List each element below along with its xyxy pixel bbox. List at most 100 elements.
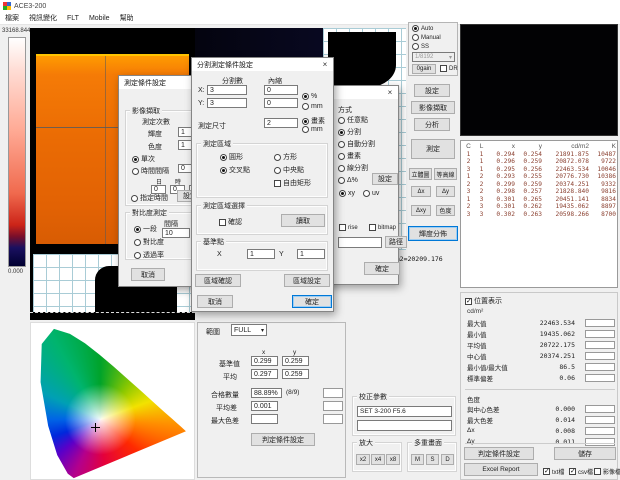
method-set-button[interactable]: 設定 (372, 173, 398, 185)
delta-x-button[interactable]: Δx (411, 186, 431, 197)
app-icon (3, 2, 11, 10)
csv-file-checkbox[interactable]: csv檔 (569, 467, 593, 476)
analyze-button[interactable]: 分析 (414, 118, 450, 131)
close-icon[interactable]: × (382, 86, 398, 99)
inset-percent-radio[interactable]: % (302, 93, 317, 100)
split-cancel-button[interactable]: 取消 (197, 295, 233, 308)
table-row[interactable]: 110.2940.25421891.87510487 (462, 151, 616, 159)
preview-image[interactable] (460, 24, 618, 136)
x-inset-field[interactable]: 0 (264, 85, 298, 95)
multiscreen-button[interactable]: D (441, 454, 454, 465)
method-option-radio[interactable]: 任意點 (338, 114, 396, 126)
calibration-value2-field[interactable] (357, 420, 452, 431)
cie-diagram[interactable] (30, 322, 195, 480)
base-y-field[interactable]: 1 (297, 249, 325, 259)
menu-item[interactable]: Mobile (89, 15, 110, 22)
image-file-checkbox[interactable]: 影像檔 (594, 467, 620, 476)
contour-button[interactable]: 等高線 (434, 168, 457, 180)
table-row[interactable]: 330.3020.26320598.2668700 (462, 211, 616, 219)
size-pixel-radio[interactable]: 畫素 (302, 116, 325, 126)
range-select[interactable]: FULL▾ (231, 324, 267, 336)
zoom-button[interactable]: x8 (386, 454, 400, 465)
rise-checkbox[interactable]: rise (339, 224, 358, 231)
ref-y-field[interactable]: 0.259 (282, 356, 309, 366)
judge-condition-set-button[interactable]: 判定條件設定 (251, 433, 315, 446)
zero-gain-button[interactable]: 0gain (412, 64, 436, 74)
set-button[interactable]: 設定 (414, 84, 450, 97)
measurement-table[interactable]: CLxycd/m2K110.2940.25421891.87510487210.… (460, 140, 618, 288)
dr-checkbox[interactable]: DR (440, 65, 458, 72)
table-row[interactable]: 210.2960.25920872.0789722 (462, 158, 616, 166)
delta-y-button[interactable]: Δy (436, 186, 455, 197)
rect-radio[interactable]: 方形 (274, 152, 297, 162)
table-row[interactable]: 120.2930.25520776.73010386 (462, 173, 616, 181)
avgdiff-field: 0.001 (251, 401, 278, 411)
transmit-radio[interactable]: 透過率 (134, 250, 164, 260)
split-ok-button[interactable]: 確定 (292, 295, 332, 308)
center-point-radio[interactable]: 中央點 (274, 165, 304, 175)
position-display-checkbox[interactable]: 位置表示 (465, 296, 502, 306)
save-button[interactable]: 儲存 (554, 447, 616, 460)
delta-xy-button[interactable]: Δxy (411, 205, 431, 216)
radio-auto[interactable]: Auto (412, 25, 433, 32)
size-mm-radio[interactable]: mm (302, 126, 323, 133)
radio-ss[interactable]: SS (412, 43, 429, 50)
free-rect-checkbox[interactable]: 自由矩形 (274, 178, 311, 188)
calibration-value-field[interactable]: SET 3-200 F5.6 (357, 406, 452, 417)
excel-report-button[interactable]: Excel Report (464, 463, 538, 476)
cross-point-radio[interactable]: 交叉點 (220, 165, 250, 175)
zoom-button[interactable]: x2 (356, 454, 370, 465)
menu-item[interactable]: 視訊變化 (29, 13, 57, 23)
gap-field[interactable]: 10 (162, 228, 190, 238)
table-row[interactable]: 130.3010.26520451.1418834 (462, 196, 616, 204)
table-row[interactable]: 310.2950.25622463.53410046 (462, 166, 616, 174)
y-inset-field[interactable]: 0 (264, 98, 298, 108)
multiscreen-button[interactable]: S (426, 454, 439, 465)
uv-radio[interactable]: uv (363, 190, 379, 197)
path-button[interactable]: 路徑 (385, 236, 407, 248)
one-stage-radio[interactable]: 一段 (134, 224, 157, 234)
bitmap-checkbox[interactable]: bitmap (369, 224, 396, 231)
table-row[interactable]: 230.3010.26219435.0628897 (462, 203, 616, 211)
table-row[interactable]: 220.2990.25920374.2519332 (462, 181, 616, 189)
xy-radio[interactable]: xy (339, 190, 355, 197)
ref-x-field[interactable]: 0.299 (251, 356, 278, 366)
path-field[interactable] (338, 237, 382, 248)
interval-radio[interactable]: 時間間隔 (132, 166, 169, 176)
area-confirm-button[interactable]: 區域確認 (195, 274, 241, 287)
zoom-button[interactable]: x4 (371, 454, 385, 465)
menu-item[interactable]: 幫助 (120, 13, 134, 23)
y-division-field[interactable]: 3 (207, 98, 247, 108)
measure-size-field[interactable]: 2 (264, 118, 298, 128)
base-x-field[interactable]: 1 (247, 249, 275, 259)
txt-file-checkbox[interactable]: txt檔 (543, 467, 564, 476)
x-division-field[interactable]: 3 (207, 85, 247, 95)
judge-condition-button[interactable]: 判定條件設定 (464, 447, 534, 460)
spec-time-radio[interactable]: 指定時間 (131, 193, 168, 203)
read-button[interactable]: 讀取 (281, 214, 325, 227)
method-ok-button[interactable]: 確定 (364, 262, 400, 275)
menu-item[interactable]: FLT (67, 15, 79, 22)
shutter-select[interactable]: 1/8192▾ (412, 52, 455, 62)
multiscreen-button[interactable]: M (411, 454, 424, 465)
method-option-radio[interactable]: 自動分割 (338, 138, 396, 150)
radio-manual[interactable]: Manual (412, 34, 441, 41)
cie-point-marker (91, 423, 100, 432)
area-set-button[interactable]: 區域設定 (284, 274, 330, 287)
table-row[interactable]: 320.2980.25721828.8409816 (462, 188, 616, 196)
contrast-radio[interactable]: 對比度 (134, 237, 164, 247)
circle-radio[interactable]: 圓形 (220, 152, 243, 162)
luminance-dist-button[interactable]: 輝度分佈 (408, 226, 458, 241)
method-option-radio[interactable]: 分割 (338, 126, 396, 138)
chroma-button[interactable]: 色度 (436, 205, 455, 216)
inset-mm-radio[interactable]: mm (302, 103, 323, 110)
solid-view-button[interactable]: 立體圖 (409, 168, 432, 180)
capture-button[interactable]: 影像擷取 (411, 101, 455, 114)
close-icon[interactable]: × (317, 58, 333, 71)
cancel-button[interactable]: 取消 (131, 268, 165, 281)
method-option-radio[interactable]: 畫素 (338, 150, 396, 162)
single-radio[interactable]: 單次 (132, 154, 155, 164)
measure-button[interactable]: 測定 (411, 139, 455, 159)
confirm-checkbox[interactable]: 確認 (219, 217, 242, 227)
menu-item[interactable]: 檔案 (5, 13, 19, 23)
